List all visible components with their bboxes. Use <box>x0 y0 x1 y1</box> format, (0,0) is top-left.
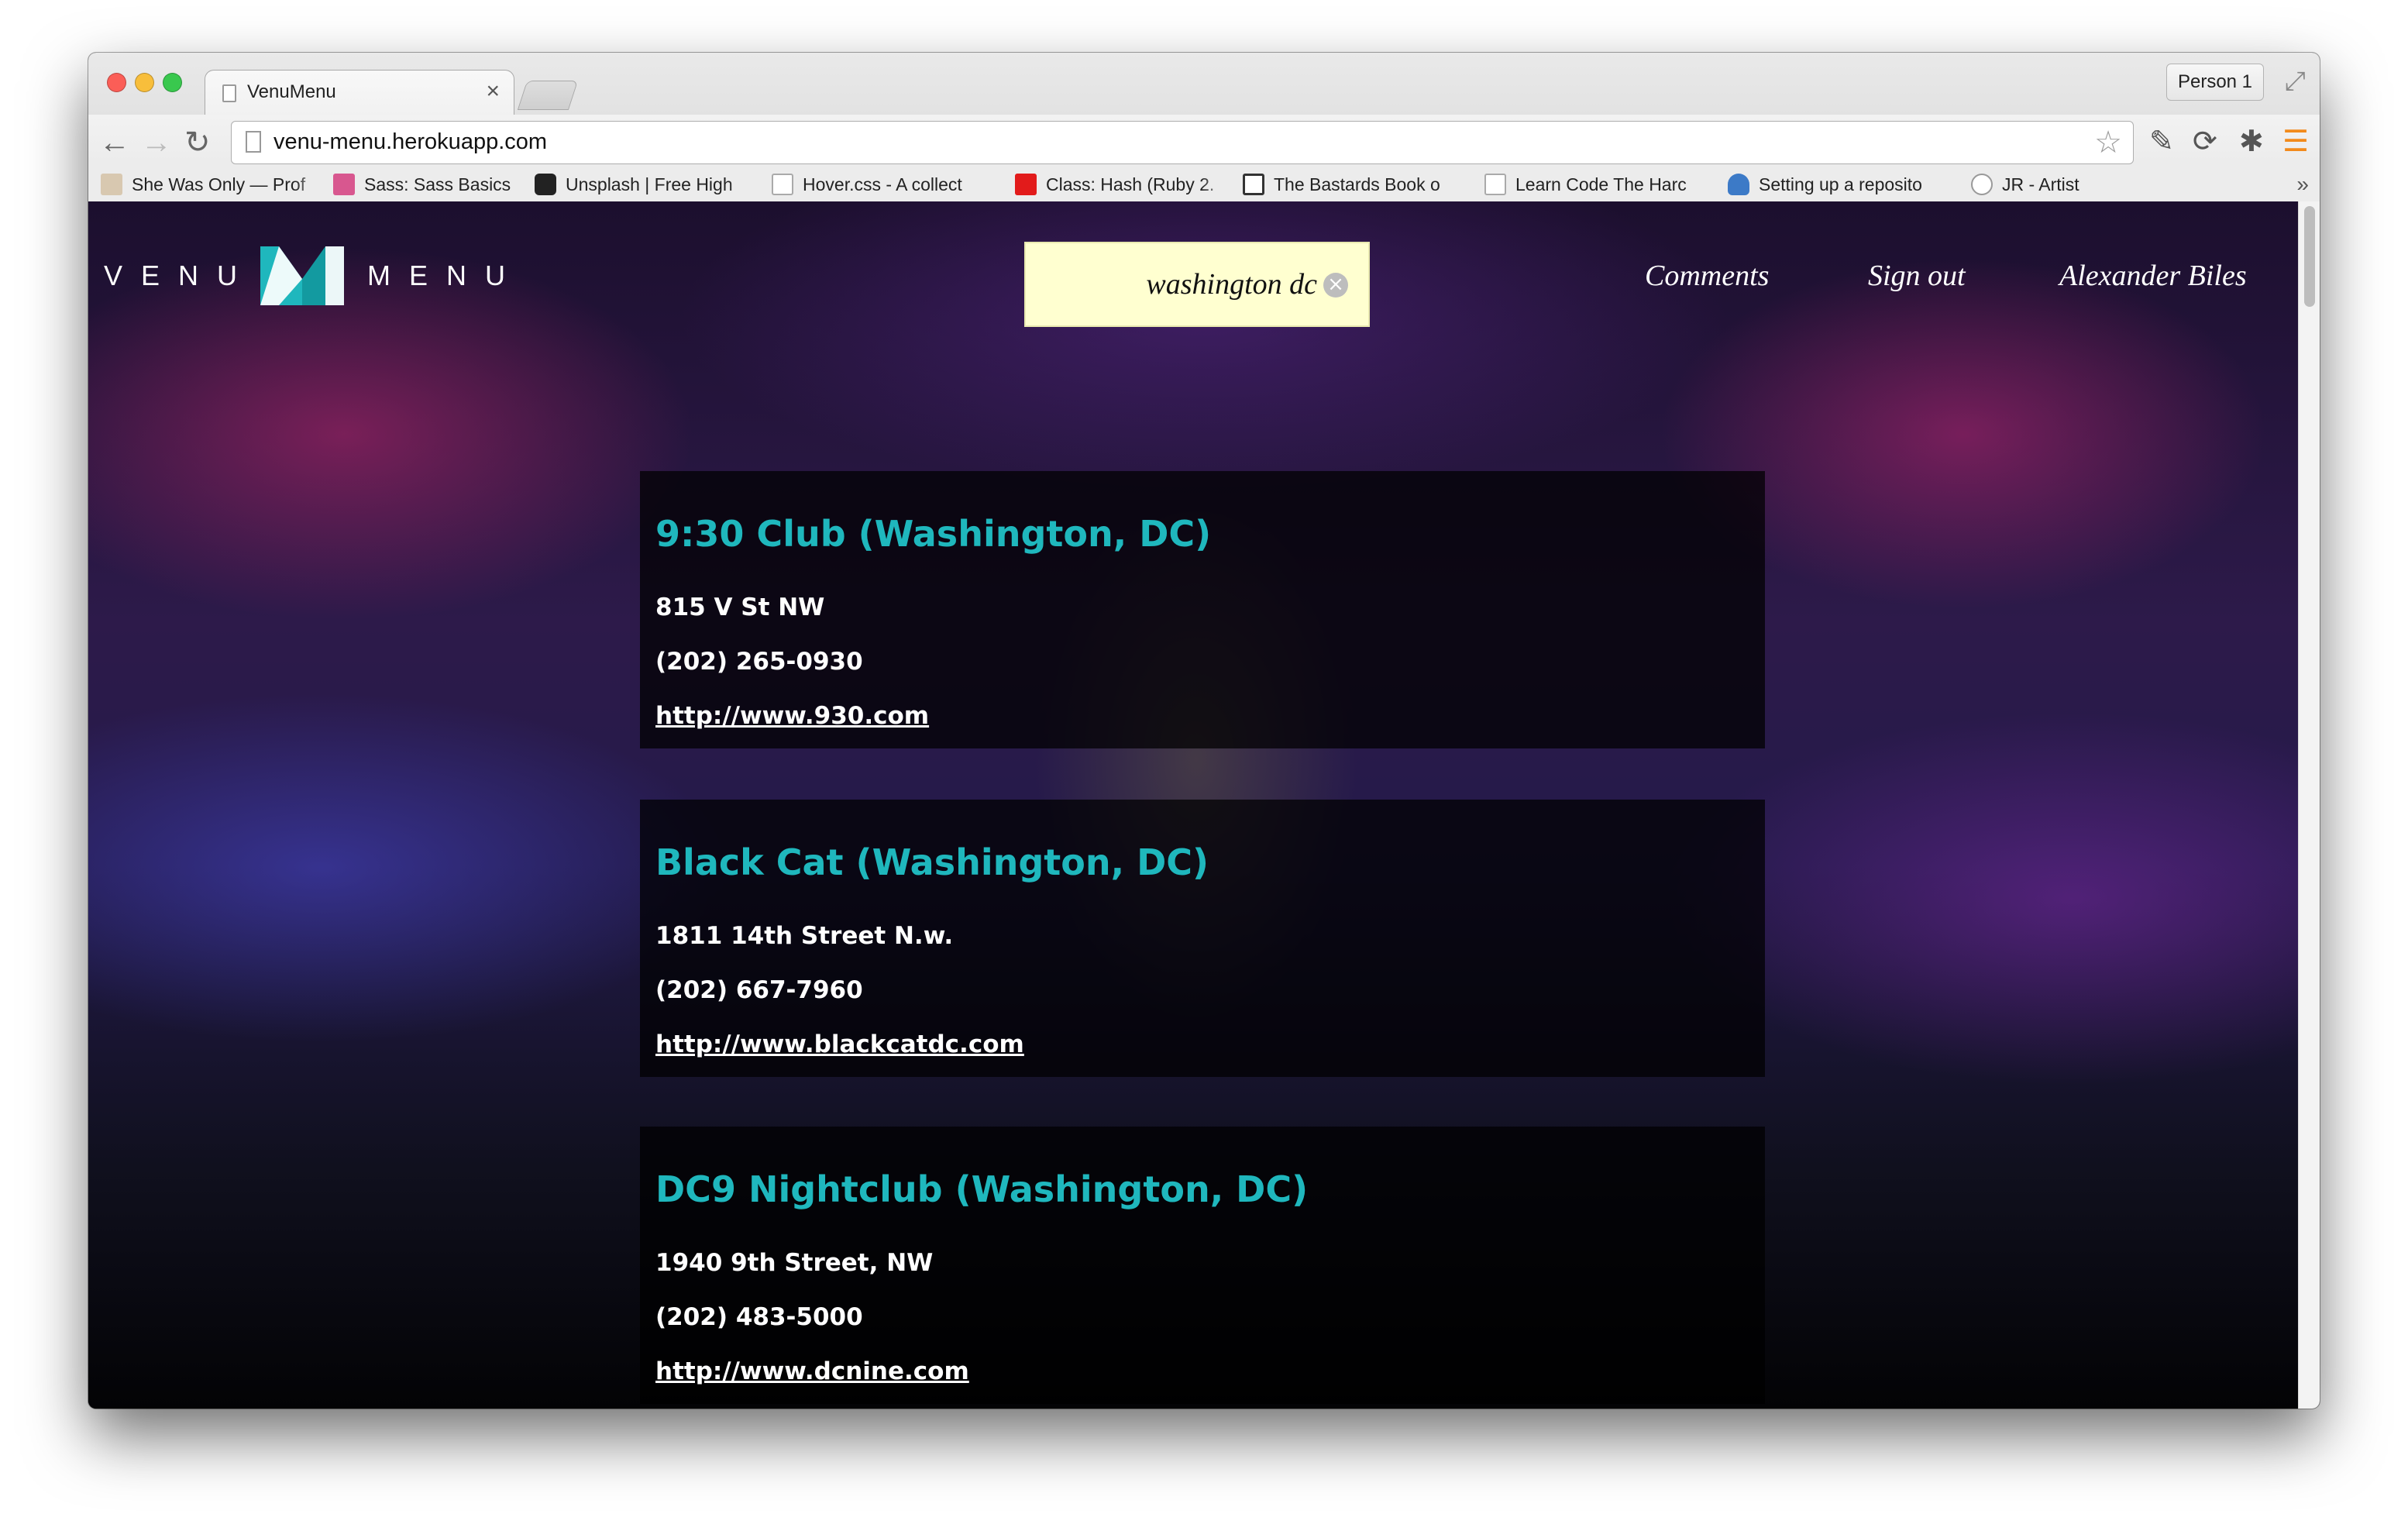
logo-m-icon <box>260 246 345 305</box>
browser-tab[interactable]: VenuMenu × <box>205 70 514 115</box>
bookmark-label: Unsplash | Free High <box>566 174 733 194</box>
page-favicon-icon <box>772 174 793 195</box>
user-profile-link[interactable]: Alexander Biles <box>2059 259 2247 293</box>
close-window-button[interactable] <box>107 73 126 92</box>
bookmark-label: Learn Code The Harc <box>1515 174 1687 194</box>
tab-close-icon[interactable]: × <box>486 78 500 105</box>
address-bar[interactable]: venu-menu.herokuapp.com ☆ <box>231 121 2134 164</box>
bookmarks-bar: She Was Only — Prof Sass: Sass Basics Un… <box>88 167 2320 201</box>
venue-address: 1940 9th Street, NW <box>655 1249 934 1277</box>
bookmark-item[interactable]: Hover.css - A collect <box>772 172 1004 197</box>
bookmark-label: The Bastards Book o <box>1274 174 1440 194</box>
venue-phone: (202) 483-5000 <box>655 1303 863 1331</box>
sass-favicon-icon <box>333 174 355 195</box>
bookmark-label: Class: Hash (Ruby 2. <box>1046 174 1215 194</box>
reload-icon[interactable]: ↻ <box>184 124 211 161</box>
database-favicon-icon <box>1728 174 1749 195</box>
site-logo[interactable]: VENU MENU <box>104 246 524 305</box>
venue-website-link[interactable]: http://www.blackcatdc.com <box>655 1030 1024 1058</box>
bookmark-item[interactable]: Learn Code The Harc <box>1484 172 1717 197</box>
address-url[interactable]: venu-menu.herokuapp.com <box>273 129 547 155</box>
venue-card[interactable]: DC9 Nightclub (Washington, DC) 1940 9th … <box>640 1127 1765 1404</box>
bug-extension-icon[interactable]: ✱ <box>2239 124 2264 159</box>
sync-extension-icon[interactable]: ⟳ <box>2193 124 2217 159</box>
zoom-window-button[interactable] <box>163 73 182 92</box>
venue-phone: (202) 265-0930 <box>655 648 863 676</box>
ruby-favicon-icon <box>1015 174 1037 195</box>
bookmark-item[interactable]: Class: Hash (Ruby 2. <box>1015 172 1232 197</box>
forward-icon[interactable]: → <box>141 124 172 161</box>
search-box[interactable]: × <box>1024 242 1370 327</box>
minimize-window-button[interactable] <box>135 73 154 92</box>
page-icon <box>246 131 261 153</box>
menu-icon[interactable]: ☰ <box>2282 124 2309 159</box>
venue-card[interactable]: Black Cat (Washington, DC) 1811 14th Str… <box>640 800 1765 1077</box>
eyedropper-extension-icon[interactable]: ✎ <box>2149 124 2174 159</box>
image-favicon-icon <box>101 174 122 195</box>
comments-link[interactable]: Comments <box>1645 259 1769 293</box>
venue-name[interactable]: DC9 Nightclub (Washington, DC) <box>655 1168 1308 1210</box>
bookmark-item[interactable]: Setting up a reposito <box>1728 172 1960 197</box>
page-favicon-icon <box>1484 174 1506 195</box>
bookmark-item[interactable]: The Bastards Book o <box>1243 172 1475 197</box>
new-tab-button[interactable] <box>517 81 579 110</box>
logo-text-right: MENU <box>367 260 525 291</box>
bookmark-label: Hover.css - A collect <box>803 174 962 194</box>
venue-phone: (202) 667-7960 <box>655 976 863 1004</box>
bookmark-label: Sass: Sass Basics <box>364 174 511 194</box>
profile-button[interactable]: Person 1 <box>2166 64 2264 101</box>
tab-title: VenuMenu <box>247 81 336 102</box>
bookmark-item[interactable]: JR - Artist <box>1971 172 2141 197</box>
scrollbar-thumb[interactable] <box>2304 206 2315 307</box>
venue-address: 1811 14th Street N.w. <box>655 922 954 950</box>
page-icon <box>222 84 236 102</box>
browser-toolbar: ← → ↻ venu-menu.herokuapp.com ☆ ✎ ⟳ ✱ ☰ <box>88 115 2320 170</box>
page-viewport: VENU MENU × Comments Sign out Alexander … <box>88 201 2320 1409</box>
venue-address: 815 V St NW <box>655 593 825 621</box>
camera-favicon-icon <box>535 174 556 195</box>
book-favicon-icon <box>1243 174 1264 195</box>
venue-card[interactable]: 9:30 Club (Washington, DC) 815 V St NW (… <box>640 471 1765 748</box>
venue-name[interactable]: 9:30 Club (Washington, DC) <box>655 513 1211 555</box>
bookmark-label: Setting up a reposito <box>1759 174 1922 194</box>
jr-favicon-icon <box>1971 174 1993 195</box>
bookmark-item[interactable]: Unsplash | Free High <box>535 172 759 197</box>
browser-window: VenuMenu × Person 1 ⤢ ← → ↻ venu-menu.he… <box>88 53 2320 1409</box>
more-bookmarks-icon[interactable]: » <box>2296 172 2309 197</box>
bookmark-star-icon[interactable]: ☆ <box>2094 125 2122 160</box>
search-input[interactable] <box>1026 243 1320 325</box>
back-icon[interactable]: ← <box>99 124 130 161</box>
venue-website-link[interactable]: http://www.930.com <box>655 702 929 730</box>
fullscreen-icon[interactable]: ⤢ <box>2285 67 2306 97</box>
bookmark-label: She Was Only — Prof <box>132 174 306 194</box>
sign-out-link[interactable]: Sign out <box>1868 259 1966 293</box>
browser-chrome: VenuMenu × Person 1 ⤢ ← → ↻ venu-menu.he… <box>88 53 2320 201</box>
page-scrollbar[interactable] <box>2298 201 2320 1409</box>
bookmark-label: JR - Artist <box>2002 174 2079 194</box>
clear-search-icon[interactable]: × <box>1323 273 1348 298</box>
logo-text-left: VENU <box>104 260 256 291</box>
venue-website-link[interactable]: http://www.dcnine.com <box>655 1357 969 1385</box>
bookmark-item[interactable]: She Was Only — Prof <box>101 172 325 197</box>
venue-name[interactable]: Black Cat (Washington, DC) <box>655 841 1209 883</box>
bookmark-item[interactable]: Sass: Sass Basics <box>333 172 527 197</box>
